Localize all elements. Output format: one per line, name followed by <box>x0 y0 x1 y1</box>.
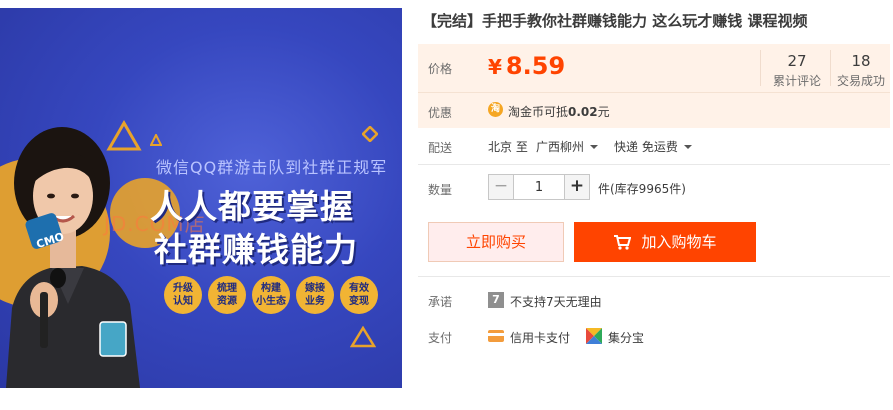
payment-row: 支付 信用卡支付 集分宝 <box>418 326 890 350</box>
banner-headline: 人人都要掌握 <box>150 187 354 226</box>
reviews-stat[interactable]: 27 累计评论 <box>764 52 830 89</box>
shipping-from: 北京 至 <box>488 140 528 154</box>
banner-badges: 升级 认知 梳理 资源 构建 小生态 嫁接 业务 有效 变现 <box>164 276 378 314</box>
diamond-icon <box>362 126 378 142</box>
jifenbao-icon <box>586 328 602 344</box>
price-panel: 价格 ¥8.59 27 累计评论 18 交易成功 <box>418 44 890 92</box>
shipping-label: 配送 <box>428 141 453 155</box>
divider <box>760 50 761 86</box>
shipping-destination: 广西柳州 <box>536 140 585 154</box>
badge: 梳理 资源 <box>208 276 246 314</box>
decrement-button[interactable]: − <box>488 174 514 200</box>
banner-headline: 社群赚钱能力 <box>154 230 358 269</box>
divider <box>830 50 831 86</box>
shipping-row: 配送 北京 至 广西柳州 快递 免运费 <box>418 128 890 164</box>
product-title: 【完结】手把手教你社群赚钱能力 这么玩才赚钱 课程视频 <box>422 12 808 30</box>
badge: 有效 变现 <box>340 276 378 314</box>
promo-unit: 元 <box>597 105 610 119</box>
banner-subtitle: 微信QQ群游击队到社群正规军 <box>156 158 388 177</box>
promo-prefix: 淘金币可抵 <box>508 105 569 119</box>
badge: 构建 小生态 <box>252 276 290 314</box>
promise-text: 不支持7天无理由 <box>510 295 602 309</box>
payment-method: 信用卡支付 <box>510 331 571 345</box>
chevron-down-icon <box>683 144 692 149</box>
transactions-label: 交易成功 <box>836 74 885 88</box>
currency-symbol: ¥ <box>488 55 502 79</box>
reviews-count: 27 <box>787 52 807 70</box>
transactions-count: 18 <box>851 52 871 70</box>
price-label: 价格 <box>428 62 453 76</box>
product-main-image[interactable]: 微信QQ群游击队到社群正规军 JD.COM店 人人都要掌握 社群赚钱能力 升级 … <box>0 8 402 388</box>
divider <box>418 276 890 277</box>
badge: 升级 认知 <box>164 276 202 314</box>
shipping-destination-select[interactable]: 广西柳州 <box>536 138 599 155</box>
add-to-cart-button[interactable]: 加入购物车 <box>574 222 756 262</box>
promo-label: 优惠 <box>428 106 453 120</box>
add-to-cart-label: 加入购物车 <box>641 233 717 251</box>
presenter-illustration <box>6 127 140 388</box>
payment-label: 支付 <box>428 331 453 345</box>
promo-amount: 0.02 <box>568 105 598 119</box>
price-amount: 8.59 <box>505 52 566 80</box>
cart-icon <box>614 235 632 250</box>
divider <box>418 164 890 165</box>
chevron-down-icon <box>590 144 599 149</box>
increment-button[interactable]: + <box>564 174 590 200</box>
shipping-method: 快递 免运费 <box>614 140 678 154</box>
promo-panel: 优惠 淘 淘金币可抵0.02元 <box>418 92 890 128</box>
promise-row: 承诺 7 不支持7天无理由 <box>418 290 890 314</box>
credit-card-icon <box>488 330 504 342</box>
triangle-icon <box>350 326 376 348</box>
quantity-input[interactable] <box>514 174 564 200</box>
quantity-row: 数量 − + 件(库存9965件) <box>418 172 890 206</box>
reviews-label: 累计评论 <box>772 74 821 88</box>
buy-now-button[interactable]: 立即购买 <box>428 222 564 262</box>
quantity-label: 数量 <box>428 183 453 197</box>
transactions-stat: 18 交易成功 <box>832 52 890 89</box>
price-value: ¥8.59 <box>488 52 565 80</box>
shipping-method-select[interactable]: 快递 免运费 <box>614 138 692 155</box>
payment-method: 集分宝 <box>608 331 645 345</box>
seven-day-icon: 7 <box>488 292 504 308</box>
stock-text: 件(库存9965件) <box>598 182 686 196</box>
badge: 嫁接 业务 <box>296 276 334 314</box>
promise-label: 承诺 <box>428 295 453 309</box>
taobao-coin-icon: 淘 <box>488 102 503 117</box>
promo-text: 淘金币可抵0.02元 <box>508 103 610 120</box>
quantity-stepper: − + <box>488 174 590 200</box>
